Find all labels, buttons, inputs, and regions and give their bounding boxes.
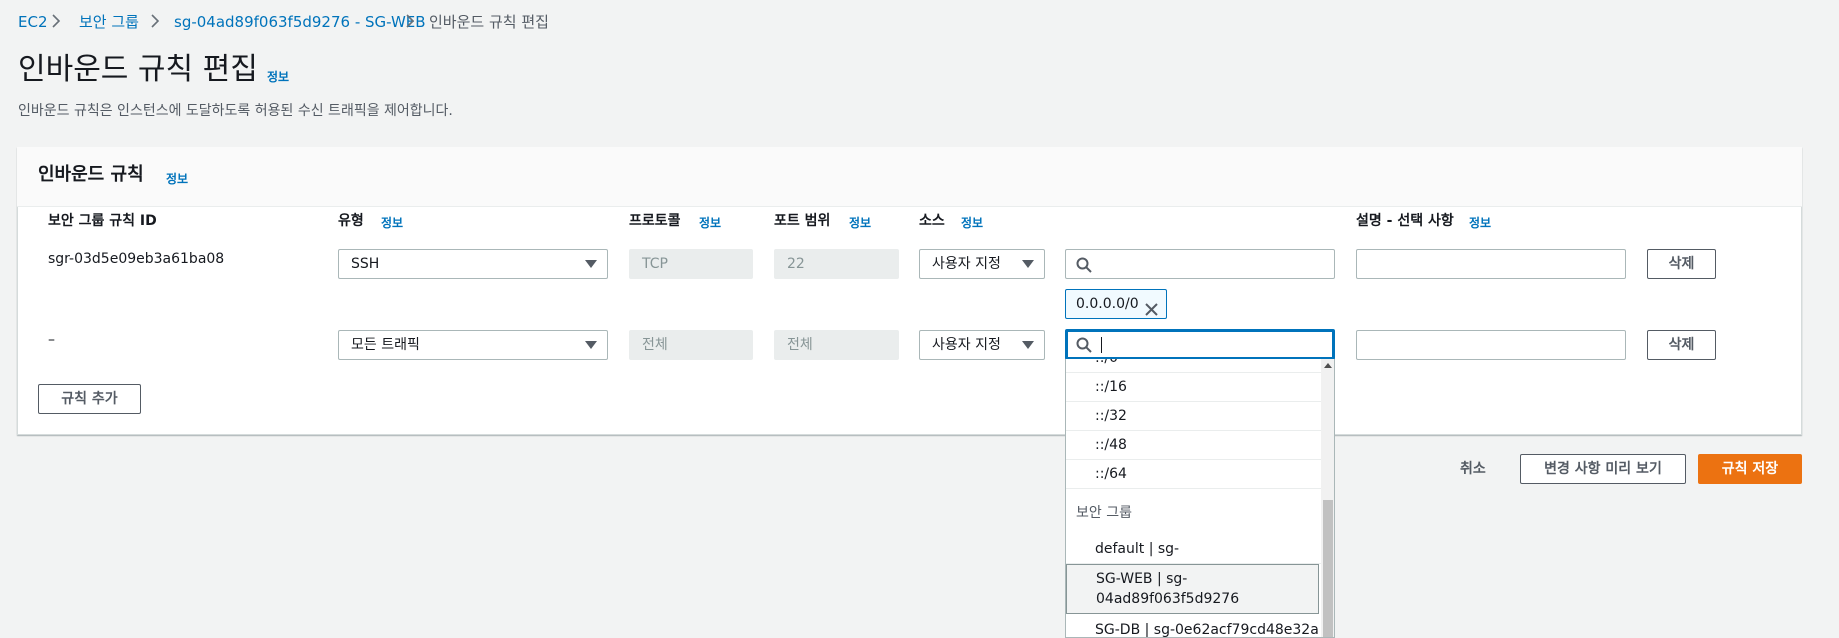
protocol-field: TCP (629, 249, 753, 279)
panel-header (17, 147, 1802, 207)
dropdown-option[interactable]: ::/0 (1066, 359, 1321, 373)
add-rule-button[interactable]: 규칙 추가 (38, 384, 141, 414)
source-search-input[interactable] (1065, 249, 1335, 279)
source-type-value: 사용자 지정 (932, 337, 1001, 353)
type-select-value: 모든 트래픽 (351, 337, 420, 353)
port-range-field: 전체 (774, 330, 899, 360)
description-input[interactable] (1356, 249, 1626, 279)
close-icon[interactable] (1145, 298, 1158, 326)
source-token-label: 0.0.0.0/0 (1076, 296, 1139, 312)
source-token: 0.0.0.0/0 (1065, 289, 1167, 319)
dropdown-option[interactable]: ::/32 (1066, 402, 1321, 431)
column-source: 소스 (919, 213, 945, 229)
caret-down-icon (585, 341, 597, 349)
caret-down-icon (1022, 260, 1034, 268)
panel-info-link[interactable]: 정보 (166, 170, 188, 187)
scrollbar-thumb[interactable] (1323, 500, 1333, 637)
dropdown-option[interactable]: SG-DB | sg-0e62acf79cd48e32a (1066, 616, 1321, 637)
chevron-right-icon (147, 13, 163, 29)
dropdown-option[interactable]: ::/16 (1066, 373, 1321, 402)
column-port-range: 포트 범위 (774, 213, 831, 229)
text-cursor (1101, 337, 1102, 353)
protocol-info-link[interactable]: 정보 (699, 214, 721, 231)
dropdown-option[interactable]: ::/48 (1066, 431, 1321, 460)
description-input[interactable] (1356, 330, 1626, 360)
source-search-input[interactable] (1065, 329, 1335, 360)
cancel-button[interactable]: 취소 (1460, 458, 1486, 478)
port-range-field: 22 (774, 249, 899, 279)
delete-button[interactable]: 삭제 (1647, 330, 1716, 360)
type-info-link[interactable]: 정보 (381, 214, 403, 231)
source-type-value: 사용자 지정 (932, 256, 1001, 272)
breadcrumb-current: 인바운드 규칙 편집 (429, 13, 549, 31)
type-select[interactable]: 모든 트래픽 (338, 330, 608, 360)
port-info-link[interactable]: 정보 (849, 214, 871, 231)
breadcrumb-sg-web[interactable]: sg-04ad89f063f5d9276 - SG-WEB (174, 12, 426, 32)
dropdown-group-label: 보안 그룹 (1076, 505, 1132, 521)
protocol-field: 전체 (629, 330, 753, 360)
column-protocol: 프로토콜 (629, 213, 681, 229)
dropdown-option[interactable]: ::/64 (1066, 460, 1321, 489)
search-icon (1076, 257, 1092, 277)
source-dropdown-list: ::/0 ::/16 ::/32 ::/48 ::/64 보안 그룹 defau… (1065, 359, 1335, 638)
description-info-link[interactable]: 정보 (1469, 214, 1491, 231)
dropdown-option-selected[interactable]: SG-WEB | sg-04ad89f063f5d9276 (1066, 564, 1319, 614)
chevron-right-icon (48, 13, 64, 29)
page-title: 인바운드 규칙 편집 (18, 52, 258, 87)
preview-changes-button[interactable]: 변경 사항 미리 보기 (1520, 454, 1686, 484)
type-select-value: SSH (351, 256, 380, 272)
source-type-select[interactable]: 사용자 지정 (919, 330, 1045, 360)
source-type-select[interactable]: 사용자 지정 (919, 249, 1045, 279)
column-type: 유형 (338, 213, 364, 229)
rule-id: sgr-03d5e09eb3a61ba08 (48, 251, 225, 267)
caret-down-icon (1022, 341, 1034, 349)
scroll-up-icon[interactable] (1324, 363, 1332, 368)
search-icon (1076, 337, 1092, 357)
type-select[interactable]: SSH (338, 249, 608, 279)
dropdown-scrollbar[interactable] (1321, 359, 1334, 637)
save-rules-button[interactable]: 규칙 저장 (1698, 454, 1802, 484)
breadcrumb-ec2[interactable]: EC2 (18, 12, 48, 32)
rule-id: – (48, 332, 55, 348)
column-rule-id: 보안 그룹 규칙 ID (48, 213, 157, 229)
page-description: 인바운드 규칙은 인스턴스에 도달하도록 허용된 수신 트래픽을 제어합니다. (18, 103, 453, 119)
breadcrumb-security-groups[interactable]: 보안 그룹 (79, 12, 139, 32)
column-description: 설명 - 선택 사항 (1356, 213, 1454, 229)
caret-down-icon (585, 260, 597, 268)
source-info-link[interactable]: 정보 (961, 214, 983, 231)
dropdown-option[interactable]: default | sg-02099cac4d399a880 (1066, 535, 1321, 585)
chevron-right-icon (402, 13, 418, 29)
delete-button[interactable]: 삭제 (1647, 249, 1716, 279)
page-info-link[interactable]: 정보 (267, 68, 289, 85)
panel-title: 인바운드 규칙 (38, 164, 144, 185)
